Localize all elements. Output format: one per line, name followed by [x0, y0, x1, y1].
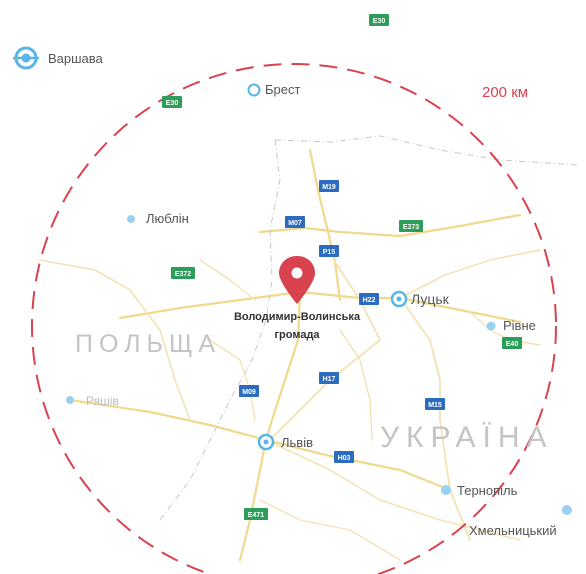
city-lutsk[interactable]: Луцьк [390, 290, 450, 308]
road [339, 329, 373, 441]
svg-text:H22: H22 [363, 297, 376, 304]
road [308, 148, 342, 302]
city-label: Львів [281, 435, 313, 450]
city-dot-icon [247, 83, 261, 97]
city-dot-center [396, 296, 402, 302]
svg-text:M07: M07 [288, 220, 302, 227]
country-label-ukraine: УКРАЇНА [380, 421, 554, 454]
focus-label-line2: громада [274, 329, 320, 341]
svg-text:E373: E373 [403, 224, 419, 231]
svg-text:M15: M15 [428, 402, 442, 409]
city-label: Люблін [146, 211, 189, 226]
border-line [274, 135, 581, 166]
city-warsaw[interactable]: Варшава [13, 46, 104, 70]
road-shield-e471: E471 [244, 508, 268, 520]
svg-text:M09: M09 [242, 389, 256, 396]
city-dot-icon [441, 485, 451, 495]
svg-text:M19: M19 [322, 184, 336, 191]
country-label-poland: ПОЛЬЩА [75, 330, 221, 358]
road-shield-m19: M19 [319, 180, 339, 192]
svg-text:E40: E40 [506, 341, 519, 348]
map-canvas[interactable]: 200 км ПОЛЬЩА УКРАЇНА E30 E30 M19 M07 E3… [0, 0, 586, 574]
road [399, 297, 471, 541]
city-label: Рівне [503, 318, 536, 333]
city-lublin[interactable]: Люблін [127, 211, 189, 226]
city-khmelnytskyi[interactable]: Хмельницький [469, 505, 572, 538]
city-label: Тернопіль [457, 483, 518, 498]
svg-text:H03: H03 [338, 455, 351, 462]
road-shield-e372: E372 [171, 267, 195, 279]
road-shield-h17: H17 [319, 372, 339, 384]
road-shield-e40: E40 [502, 337, 522, 349]
svg-text:P15: P15 [323, 249, 336, 256]
svg-text:E30: E30 [373, 18, 386, 25]
city-rivne[interactable]: Рівне [486, 318, 536, 333]
city-label: Луцьк [411, 291, 450, 307]
city-label: Ряшів [86, 394, 119, 408]
road-shield-h22: H22 [359, 293, 379, 305]
city-label: Хмельницький [469, 523, 557, 538]
road-shield-m09: M09 [239, 385, 259, 397]
radius-label: 200 км [482, 84, 528, 101]
location-pin-icon [279, 256, 315, 304]
focus-label-line1: Володимир-Волинська [234, 311, 361, 323]
location-pin-hole [291, 267, 303, 279]
city-label: Брест [265, 82, 300, 97]
svg-text:H17: H17 [323, 376, 336, 383]
city-brest[interactable]: Брест [247, 82, 301, 97]
road-shield-e373: E373 [399, 220, 423, 232]
road-shield-e30: E30 [162, 96, 182, 108]
road [238, 438, 268, 562]
road-shield-m15: M15 [425, 398, 445, 410]
road-shield-e30: E30 [369, 14, 389, 26]
svg-text:E30: E30 [166, 100, 179, 107]
city-lviv[interactable]: Львів [257, 433, 313, 451]
city-dot-center [263, 439, 269, 445]
city-dot-icon [66, 396, 74, 404]
city-dot-icon [127, 215, 135, 223]
road [199, 259, 256, 301]
svg-text:E471: E471 [248, 512, 264, 519]
road-shield-p15: P15 [319, 245, 339, 257]
city-dot-icon [562, 505, 572, 515]
road-shield-m07: M07 [285, 216, 305, 228]
road [259, 499, 401, 561]
city-dot-icon [486, 321, 496, 331]
road-shield-h03: H03 [334, 451, 354, 463]
svg-text:E372: E372 [175, 271, 191, 278]
city-label: Варшава [48, 51, 104, 66]
